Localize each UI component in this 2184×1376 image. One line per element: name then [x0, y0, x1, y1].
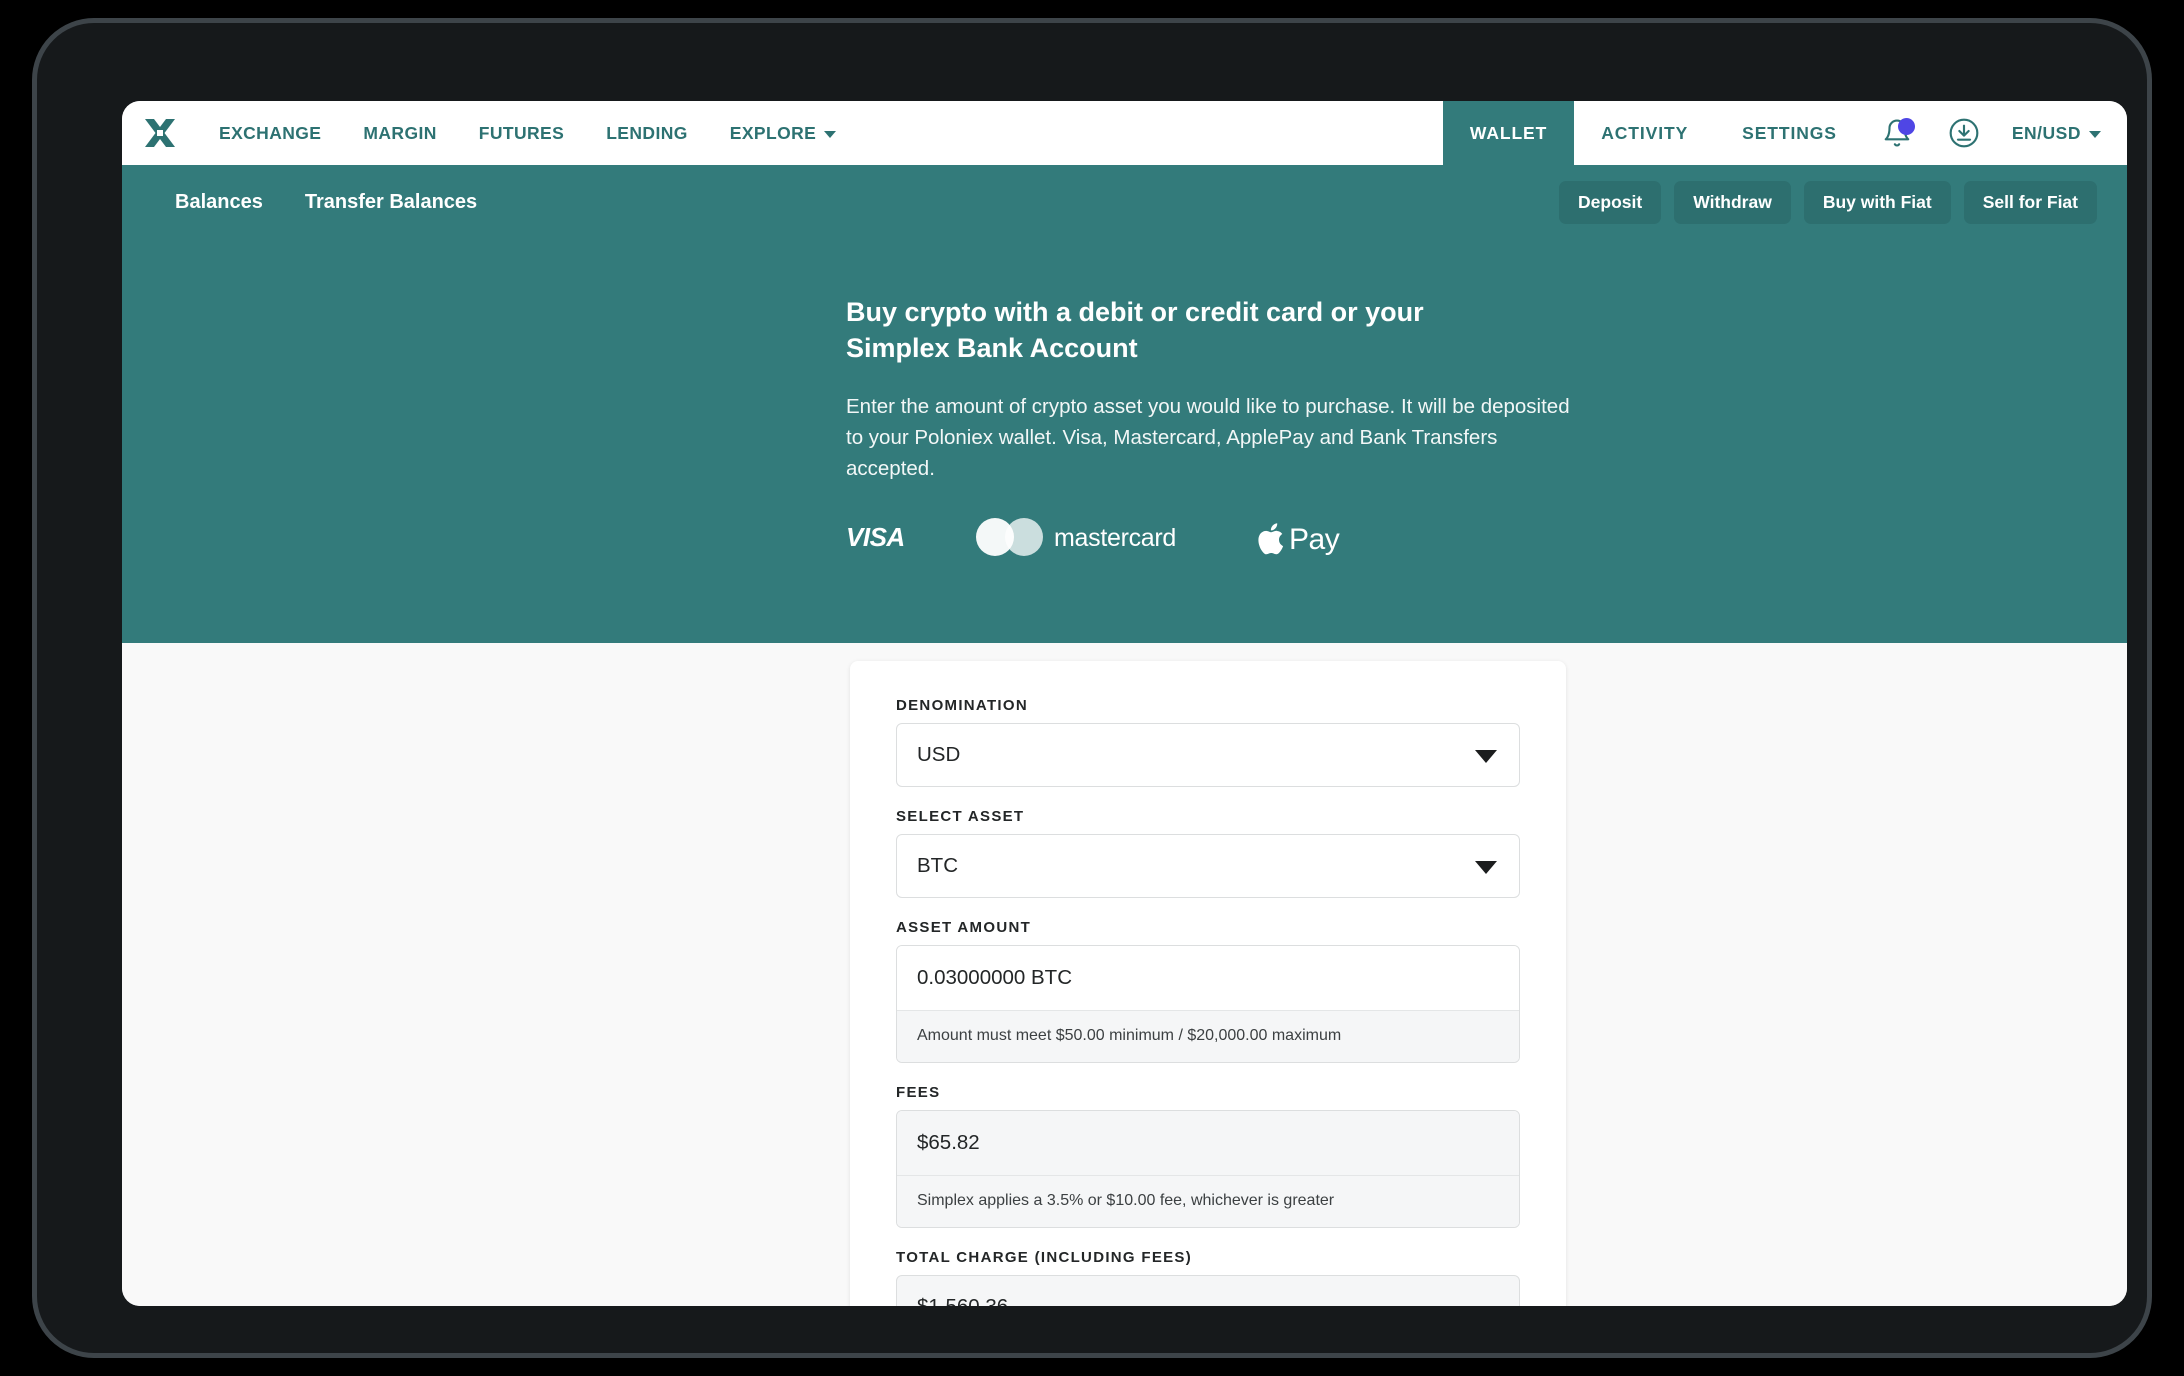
fees-field-group: FEES $65.82 Simplex applies a 3.5% or $1… [896, 1084, 1520, 1228]
total-charge-value-box: $1,560.36 [896, 1274, 1520, 1306]
fees-combo: $65.82 Simplex applies a 3.5% or $10.00 … [896, 1109, 1520, 1228]
asset-amount-combo: 0.03000000 BTC Amount must meet $50.00 m… [896, 945, 1520, 1063]
select-asset-field-group: SELECT ASSET BTC [896, 808, 1520, 898]
nav-tab-settings-label: SETTINGS [1742, 122, 1837, 143]
chevron-down-icon [1475, 861, 1497, 874]
language-currency-label: EN/USD [2011, 122, 2081, 143]
denomination-field-group: DENOMINATION USD [896, 697, 1520, 787]
notification-bell-icon[interactable] [1864, 101, 1930, 165]
hero-banner: Buy crypto with a debit or credit card o… [122, 239, 2127, 643]
nav-link-margin-label: MARGIN [363, 122, 437, 143]
page-title: Buy crypto with a debit or credit card o… [846, 297, 1424, 363]
chevron-down-icon [824, 130, 837, 138]
tablet-device-frame: EXCHANGE MARGIN FUTURES LENDING EXPLORE [32, 18, 2152, 1358]
wallet-sub-navigation: Balances Transfer Balances Deposit Withd… [122, 165, 2127, 239]
secondary-nav-group: WALLET ACTIVITY SETTINGS EN/USD [1442, 101, 2127, 165]
total-charge-field-group: TOTAL CHARGE (INCLUDING FEES) $1,560.36 [896, 1249, 1520, 1306]
language-currency-selector[interactable]: EN/USD [1998, 101, 2127, 165]
total-charge-value: $1,560.36 [917, 1295, 1008, 1306]
nav-tab-activity-label: ACTIVITY [1601, 122, 1689, 143]
svg-text:VISA: VISA [846, 522, 905, 552]
sell-for-fiat-button[interactable]: Sell for Fiat [1963, 180, 2097, 224]
denomination-label: DENOMINATION [896, 697, 1028, 714]
fees-value: $65.82 [917, 1130, 980, 1154]
hero-content: Buy crypto with a debit or credit card o… [846, 295, 1576, 562]
denomination-value: USD [917, 743, 961, 766]
subnav-item-balances[interactable]: Balances [154, 191, 284, 214]
nav-link-futures[interactable]: FUTURES [458, 101, 585, 165]
apple-pay-logo: Pay [1257, 519, 1365, 560]
top-navigation-bar: EXCHANGE MARGIN FUTURES LENDING EXPLORE [122, 101, 2127, 165]
tablet-screen: EXCHANGE MARGIN FUTURES LENDING EXPLORE [122, 101, 2127, 1306]
visa-logo: VISA [846, 522, 936, 557]
nav-link-explore[interactable]: EXPLORE [709, 101, 857, 165]
subnav-item-transfer-balances-label: Transfer Balances [304, 190, 478, 213]
hero-description: Enter the amount of crypto asset you wou… [846, 395, 1570, 480]
fees-label: FEES [896, 1083, 941, 1101]
nav-tab-activity[interactable]: ACTIVITY [1574, 101, 1715, 165]
nav-link-margin[interactable]: MARGIN [342, 101, 457, 165]
fees-hint: Simplex applies a 3.5% or $10.00 fee, wh… [897, 1174, 1519, 1227]
primary-nav-links: EXCHANGE MARGIN FUTURES LENDING EXPLORE [198, 101, 1443, 165]
asset-amount-input[interactable]: 0.03000000 BTC [897, 946, 1519, 1010]
nav-tab-wallet[interactable]: WALLET [1442, 101, 1575, 165]
subnav-item-transfer-balances[interactable]: Transfer Balances [284, 191, 498, 214]
withdraw-button[interactable]: Withdraw [1674, 180, 1791, 224]
accepted-payment-logos: VISA mastercard Pay [846, 517, 1576, 562]
nav-link-futures-label: FUTURES [478, 122, 565, 143]
select-asset-value: BTC [917, 854, 958, 877]
select-asset-label: SELECT ASSET [896, 808, 1025, 825]
notification-badge-dot [1897, 118, 1915, 135]
deposit-button[interactable]: Deposit [1559, 180, 1662, 224]
chevron-down-icon [2089, 130, 2101, 138]
svg-text:mastercard: mastercard [1054, 524, 1176, 552]
asset-amount-field-group: ASSET AMOUNT 0.03000000 BTC Amount must … [896, 919, 1520, 1063]
select-asset-select[interactable]: BTC [896, 834, 1520, 898]
denomination-select[interactable]: USD [896, 723, 1520, 787]
nav-link-lending[interactable]: LENDING [585, 101, 709, 165]
nav-link-lending-label: LENDING [606, 122, 688, 143]
mastercard-logo: mastercard [974, 517, 1219, 562]
buy-crypto-form-card: DENOMINATION USD SELECT ASSET BTC ASSET … [850, 661, 1566, 1306]
nav-link-exchange-label: EXCHANGE [219, 122, 322, 143]
total-charge-label: TOTAL CHARGE (INCLUDING FEES) [896, 1248, 1193, 1266]
poloniex-x-logo[interactable] [122, 101, 198, 165]
nav-tab-wallet-label: WALLET [1469, 122, 1548, 143]
buy-with-fiat-button[interactable]: Buy with Fiat [1803, 180, 1951, 224]
asset-amount-label: ASSET AMOUNT [896, 919, 1032, 936]
subnav-item-balances-label: Balances [175, 190, 263, 213]
chevron-down-icon [1475, 750, 1497, 763]
fees-value-box: $65.82 [897, 1110, 1519, 1175]
asset-amount-hint: Amount must meet $50.00 minimum / $20,00… [897, 1010, 1519, 1062]
svg-text:Pay: Pay [1289, 523, 1340, 555]
download-circle-icon[interactable] [1930, 101, 1998, 165]
nav-tab-settings[interactable]: SETTINGS [1715, 101, 1864, 165]
nav-link-explore-label: EXPLORE [729, 122, 817, 143]
asset-amount-value: 0.03000000 BTC [917, 966, 1073, 989]
nav-link-exchange[interactable]: EXCHANGE [198, 101, 342, 165]
